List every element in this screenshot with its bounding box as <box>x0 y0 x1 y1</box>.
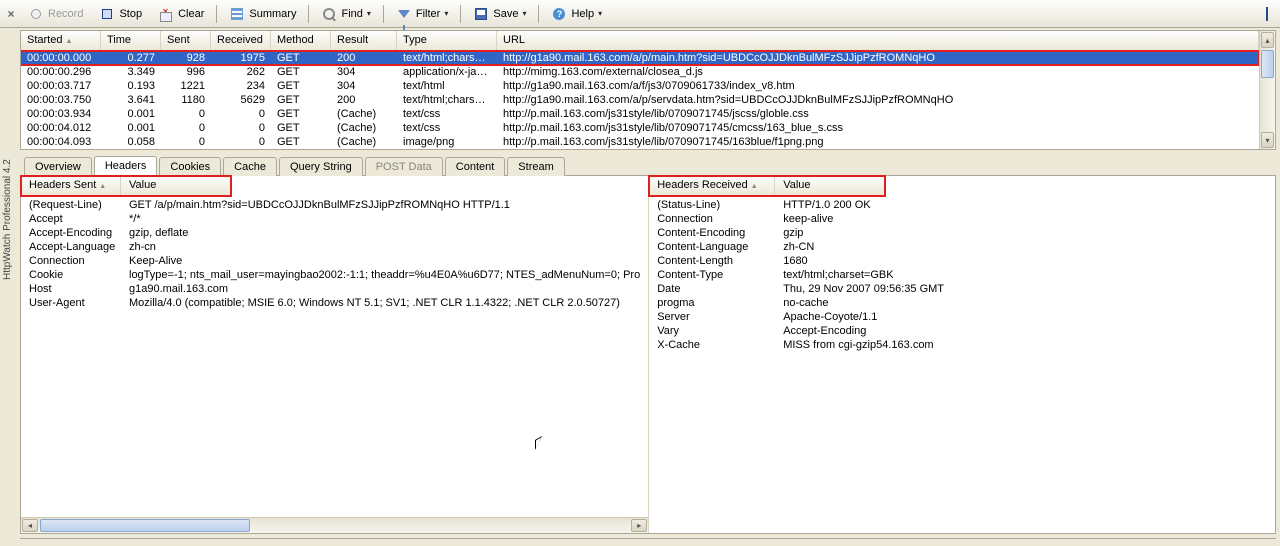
scroll-right-icon[interactable]: ▸ <box>631 519 647 532</box>
headers-received-value-col[interactable]: Value <box>775 176 885 195</box>
chevron-down-icon: ▾ <box>598 9 602 18</box>
table-row[interactable]: 00:00:03.7503.64111805629GET200text/html… <box>21 93 1259 107</box>
find-button[interactable]: Find▾ <box>314 3 377 25</box>
tab-cookies[interactable]: Cookies <box>159 157 221 176</box>
scroll-up-icon[interactable]: ▴ <box>1261 32 1274 48</box>
col-sent[interactable]: Sent <box>161 31 211 50</box>
chevron-down-icon: ▾ <box>444 9 448 18</box>
header-row[interactable]: (Request-Line)GET /a/p/main.htm?sid=UBDC… <box>21 198 648 212</box>
close-icon[interactable]: × <box>4 7 18 21</box>
horizontal-scrollbar[interactable]: ◂ ▸ <box>21 517 648 533</box>
help-button[interactable]: ?Help▾ <box>544 3 609 25</box>
header-row[interactable]: User-AgentMozilla/4.0 (compatible; MSIE … <box>21 296 648 310</box>
toolbar: × Record Stop Clear Summary Find▾ Filter… <box>0 0 1280 28</box>
table-row[interactable]: 00:00:00.0000.2779281975GET200text/html;… <box>21 51 1259 65</box>
save-button[interactable]: Save▾ <box>466 3 533 25</box>
table-row[interactable]: 00:00:04.0120.00100GET(Cache)text/csshtt… <box>21 121 1259 135</box>
filter-button[interactable]: Filter▾ <box>389 3 455 25</box>
stop-icon <box>102 9 112 19</box>
help-icon: ? <box>553 8 565 20</box>
tab-query-string[interactable]: Query String <box>279 157 363 176</box>
header-row[interactable]: VaryAccept-Encoding <box>649 324 1275 338</box>
col-time[interactable]: Time <box>101 31 161 50</box>
detail-tabs: Overview Headers Cookies Cache Query Str… <box>20 154 1276 176</box>
headers-detail: Headers Sent▲ Value (Request-Line)GET /a… <box>20 176 1276 534</box>
sort-asc-icon: ▲ <box>751 183 758 190</box>
table-row[interactable]: 00:00:04.0930.05800GET(Cache)image/pnght… <box>21 135 1259 149</box>
record-button[interactable]: Record <box>21 3 90 25</box>
tab-overview[interactable]: Overview <box>24 157 92 176</box>
chevron-down-icon: ▾ <box>522 9 526 18</box>
header-row[interactable]: Accept*/* <box>21 212 648 226</box>
col-started[interactable]: Started▲ <box>21 31 101 50</box>
find-icon <box>323 8 335 20</box>
header-row[interactable]: Content-Languagezh-CN <box>649 240 1275 254</box>
header-row[interactable]: progmano-cache <box>649 296 1275 310</box>
header-row[interactable]: Content-Encodinggzip <box>649 226 1275 240</box>
headers-received-panel: Headers Received▲ Value (Status-Line)HTT… <box>649 176 1275 533</box>
record-icon <box>31 9 41 19</box>
table-row[interactable]: 00:00:00.2963.349996262GET304application… <box>21 65 1259 79</box>
stop-button[interactable]: Stop <box>92 3 149 25</box>
header-row[interactable]: Accept-Encodinggzip, deflate <box>21 226 648 240</box>
header-row[interactable]: X-CacheMISS from cgi-gzip54.163.com <box>649 338 1275 352</box>
summary-icon <box>231 8 243 20</box>
grid-header: Started▲ Time Sent Received Method Resul… <box>21 31 1259 51</box>
headers-sent-col[interactable]: Headers Sent▲ <box>21 176 121 195</box>
tab-cache[interactable]: Cache <box>223 157 277 176</box>
app-title: HttpWatch Professional 4.2 <box>2 159 13 280</box>
filter-icon <box>398 10 410 18</box>
sort-asc-icon: ▲ <box>65 38 72 45</box>
summary-button[interactable]: Summary <box>222 3 303 25</box>
tab-headers[interactable]: Headers <box>94 156 158 176</box>
status-strip <box>20 538 1276 546</box>
save-icon <box>475 8 487 20</box>
header-row[interactable]: Content-Length1680 <box>649 254 1275 268</box>
headers-sent-header: Headers Sent▲ Value <box>21 176 231 196</box>
headers-received-header: Headers Received▲ Value <box>649 176 885 196</box>
header-row[interactable]: CookielogType=-1; nts_mail_user=mayingba… <box>21 268 648 282</box>
headers-sent-panel: Headers Sent▲ Value (Request-Line)GET /a… <box>21 176 649 533</box>
scroll-left-icon[interactable]: ◂ <box>22 519 38 532</box>
col-url[interactable]: URL <box>497 31 1259 50</box>
header-row[interactable]: ServerApache-Coyote/1.1 <box>649 310 1275 324</box>
table-row[interactable]: 00:00:03.9340.00100GET(Cache)text/csshtt… <box>21 107 1259 121</box>
col-result[interactable]: Result <box>331 31 397 50</box>
vertical-scrollbar[interactable]: ▴ ▾ <box>1259 31 1275 149</box>
header-row[interactable]: Connectionkeep-alive <box>649 212 1275 226</box>
header-row[interactable]: ConnectionKeep-Alive <box>21 254 648 268</box>
header-row[interactable]: Accept-Languagezh-cn <box>21 240 648 254</box>
headers-received-col[interactable]: Headers Received▲ <box>649 176 775 195</box>
clear-button[interactable]: Clear <box>151 3 211 25</box>
scroll-thumb[interactable] <box>1261 50 1274 78</box>
request-grid: Started▲ Time Sent Received Method Resul… <box>20 30 1276 150</box>
tab-content[interactable]: Content <box>445 157 506 176</box>
sort-asc-icon: ▲ <box>99 183 106 190</box>
tab-post-data[interactable]: POST Data <box>365 157 443 176</box>
col-type[interactable]: Type <box>397 31 497 50</box>
header-row[interactable]: (Status-Line)HTTP/1.0 200 OK <box>649 198 1275 212</box>
scroll-down-icon[interactable]: ▾ <box>1261 132 1274 148</box>
col-method[interactable]: Method <box>271 31 331 50</box>
maximize-icon[interactable] <box>1266 7 1268 21</box>
clear-icon <box>160 8 172 20</box>
header-row[interactable]: Hostg1a90.mail.163.com <box>21 282 648 296</box>
chevron-down-icon: ▾ <box>367 9 371 18</box>
scroll-thumb[interactable] <box>40 519 250 532</box>
header-row[interactable]: Content-Typetext/html;charset=GBK <box>649 268 1275 282</box>
col-received[interactable]: Received <box>211 31 271 50</box>
tab-stream[interactable]: Stream <box>507 157 564 176</box>
table-row[interactable]: 00:00:03.7170.1931221234GET304text/htmlh… <box>21 79 1259 93</box>
headers-sent-value-col[interactable]: Value <box>121 176 231 195</box>
header-row[interactable]: DateThu, 29 Nov 2007 09:56:35 GMT <box>649 282 1275 296</box>
